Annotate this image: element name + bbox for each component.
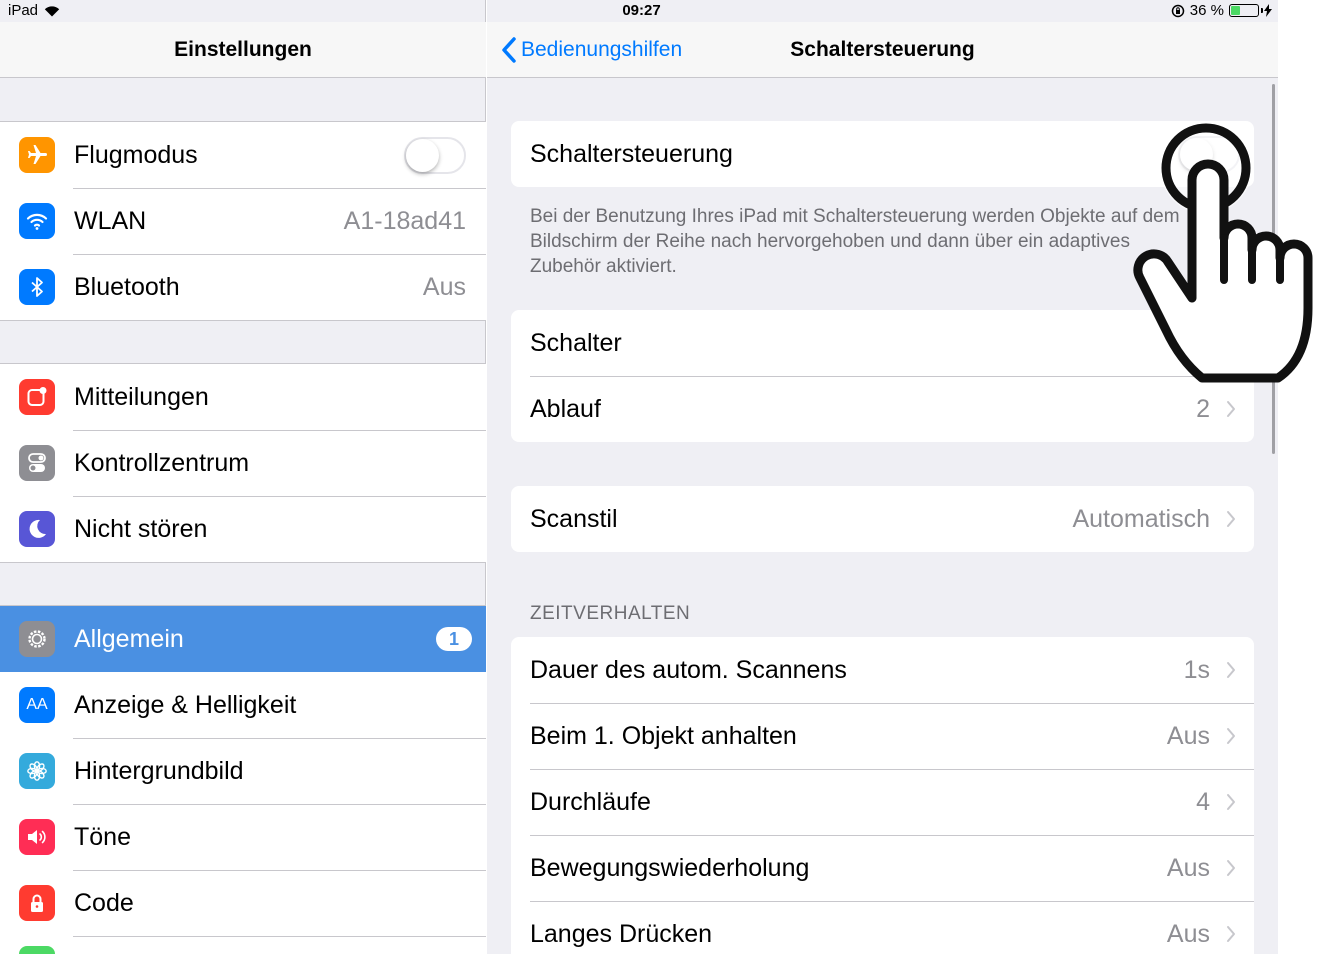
- page-title: Schaltersteuerung: [790, 38, 975, 61]
- sidebar-item-flugmodus[interactable]: Flugmodus: [0, 122, 486, 188]
- row-label: Schalter: [530, 328, 622, 357]
- bluetooth-icon: [19, 269, 55, 305]
- status-time: 09:27: [622, 2, 661, 19]
- flower-icon: [19, 753, 55, 789]
- sidebar-title: Einstellungen: [174, 38, 312, 61]
- control-center-icon: [19, 445, 55, 481]
- chevron-right-icon: [1227, 511, 1235, 527]
- sidebar-item-label: Code: [74, 888, 134, 917]
- timing-section-header: ZEITVERHALTEN: [530, 603, 691, 624]
- chevron-right-icon: [1227, 728, 1235, 744]
- sidebar-group-system: Mitteilungen Kontrollzentrum Nicht störe…: [0, 363, 486, 563]
- row-value: Automatisch: [1072, 504, 1210, 533]
- chevron-right-icon: [1227, 926, 1235, 942]
- chevron-right-icon: [1227, 794, 1235, 810]
- sidebar-item-hintergrundbild[interactable]: Hintergrundbild: [0, 738, 486, 804]
- sidebar-item-toene[interactable]: Töne: [0, 804, 486, 870]
- row-label: Bewegungswiederholung: [530, 853, 810, 882]
- moon-icon: [19, 511, 55, 547]
- battery-percent: 36 %: [1189, 2, 1224, 19]
- sidebar-item-label: Bluetooth: [74, 272, 180, 301]
- sidebar-item-kontrollzentrum[interactable]: Kontrollzentrum: [0, 430, 486, 496]
- status-right: 36 %: [1171, 2, 1272, 19]
- sidebar-item-mitteilungen[interactable]: Mitteilungen: [0, 364, 486, 430]
- sidebar-item-label: Mitteilungen: [74, 382, 209, 411]
- sidebar-item-label: Allgemein: [74, 624, 184, 653]
- row-value: 4: [1196, 787, 1210, 816]
- sidebar-group-general: Allgemein 1 AA Anzeige & Helligkeit Hint…: [0, 605, 486, 954]
- gear-icon: [19, 621, 55, 657]
- status-bar: iPad 09:27 36 %: [0, 0, 1278, 22]
- row-value: 2: [1196, 394, 1210, 423]
- airplane-mode-toggle[interactable]: [404, 136, 466, 174]
- switch-control-description: Bei der Benutzung Ihres iPad mit Schalte…: [530, 206, 1180, 277]
- sidebar-item-anzeige-helligkeit[interactable]: AA Anzeige & Helligkeit: [0, 672, 486, 738]
- sidebar-item-bluetooth[interactable]: Bluetooth Aus: [0, 254, 486, 320]
- switch-control-label: Schaltersteuerung: [530, 139, 733, 168]
- detail-header: Bedienungshilfen Schaltersteuerung: [487, 22, 1278, 78]
- chevron-right-icon: [1227, 401, 1235, 417]
- sidebar-item-partial[interactable]: [0, 936, 486, 954]
- ablauf-row[interactable]: Ablauf 2: [511, 376, 1254, 442]
- sidebar-item-nicht-stoeren[interactable]: Nicht stören: [0, 496, 486, 562]
- row-label: Durchläufe: [530, 787, 651, 816]
- row-value: Aus: [1166, 853, 1210, 882]
- notifications-icon: [19, 379, 55, 415]
- sidebar-item-label: Nicht stören: [74, 514, 208, 543]
- pause-first-item-row[interactable]: Beim 1. Objekt anhalten Aus: [511, 703, 1254, 769]
- speaker-icon: [19, 819, 55, 855]
- sidebar-item-wlan[interactable]: WLAN A1-18ad41: [0, 188, 486, 254]
- row-label: Beim 1. Objekt anhalten: [530, 721, 797, 750]
- lock-icon: [19, 885, 55, 921]
- tap-hand-icon: [1133, 122, 1313, 383]
- update-badge: 1: [436, 627, 472, 651]
- loops-row[interactable]: Durchläufe 4: [511, 769, 1254, 835]
- settings-sidebar: Einstellungen Flugmodus WLAN A1-18ad41 B…: [0, 0, 486, 954]
- row-label: Langes Drücken: [530, 919, 713, 948]
- scanstil-row[interactable]: Scanstil Automatisch: [511, 486, 1254, 552]
- airplane-icon: [19, 137, 55, 173]
- battery-icon: [1229, 4, 1263, 17]
- scan-style-group: Scanstil Automatisch: [511, 486, 1254, 552]
- sidebar-item-label: Anzeige & Helligkeit: [74, 690, 297, 719]
- bluetooth-value: Aus: [422, 272, 466, 301]
- sidebar-group-connectivity: Flugmodus WLAN A1-18ad41 Bluetooth Aus: [0, 121, 486, 321]
- row-label: Ablauf: [530, 394, 601, 423]
- move-repeat-row[interactable]: Bewegungswiederholung Aus: [511, 835, 1254, 901]
- charging-icon: [1264, 4, 1272, 17]
- auto-scan-time-row[interactable]: Dauer des autom. Scannens 1s: [511, 637, 1254, 703]
- sidebar-item-label: Flugmodus: [74, 140, 198, 169]
- chevron-right-icon: [1227, 662, 1235, 678]
- sidebar-item-label: Töne: [74, 822, 131, 851]
- row-value: Aus: [1166, 721, 1210, 750]
- wifi-icon: [19, 203, 55, 239]
- partial-icon: [19, 946, 55, 954]
- timing-group: Dauer des autom. Scannens 1s Beim 1. Obj…: [511, 637, 1254, 954]
- long-press-row[interactable]: Langes Drücken Aus: [511, 901, 1254, 954]
- orientation-lock-icon: [1171, 4, 1185, 17]
- row-label: Dauer des autom. Scannens: [530, 655, 847, 684]
- sidebar-item-allgemein[interactable]: Allgemein 1: [0, 606, 486, 672]
- sidebar-item-label: Hintergrundbild: [74, 756, 244, 785]
- row-value: Aus: [1166, 919, 1210, 948]
- wlan-network-value: A1-18ad41: [343, 206, 466, 235]
- sidebar-item-label: WLAN: [74, 206, 147, 235]
- sidebar-item-label: Kontrollzentrum: [74, 448, 250, 477]
- row-label: Scanstil: [530, 504, 618, 533]
- sidebar-item-code[interactable]: Code: [0, 870, 486, 936]
- text-size-icon: AA: [19, 687, 55, 723]
- row-value: 1s: [1183, 655, 1210, 684]
- chevron-right-icon: [1227, 860, 1235, 876]
- sidebar-header: Einstellungen: [0, 22, 486, 78]
